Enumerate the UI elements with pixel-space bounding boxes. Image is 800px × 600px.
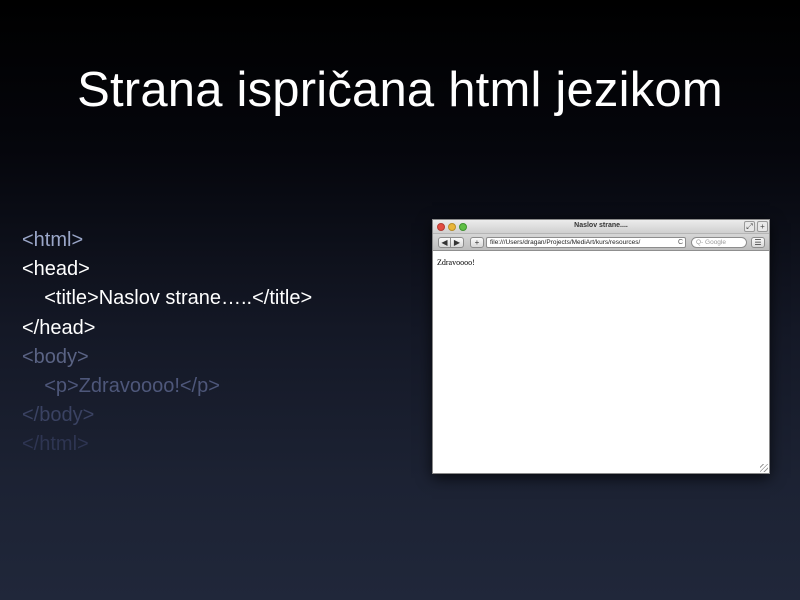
browser-titlebar: Naslov strane.... ⤢ + [433, 220, 769, 234]
slide-title: Strana ispričana html jezikom [77, 63, 723, 117]
browser-window: Naslov strane.... ⤢ + ◀ ▶ + file:///User… [432, 219, 770, 474]
code-line: <head> [22, 258, 90, 281]
back-button[interactable]: ◀ [438, 237, 451, 248]
address-bar[interactable]: file:///Users/dragan/Projects/MediArt/ku… [486, 237, 686, 248]
code-line: <p>Zdravoooo!</p> [22, 375, 220, 398]
html-code-block: <html> <head> <title>Naslov strane…..</t… [22, 226, 312, 460]
code-line: <title>Naslov strane…..</title> [22, 287, 313, 310]
code-line: <html> [22, 229, 84, 251]
search-field[interactable]: Q- Google [691, 237, 747, 248]
menu-icon[interactable]: ☰ [751, 237, 765, 248]
new-tab-button[interactable]: + [757, 221, 768, 232]
forward-button[interactable]: ▶ [451, 237, 464, 248]
code-line: </html> [22, 433, 89, 456]
page-paragraph: Zdravoooo! [437, 258, 475, 267]
browser-toolbar: ◀ ▶ + file:///Users/dragan/Projects/Medi… [433, 234, 769, 251]
code-line: </body> [22, 404, 95, 427]
add-bookmark-button[interactable]: + [470, 237, 484, 248]
resize-grip-icon[interactable] [760, 464, 768, 472]
code-line: </head> [22, 316, 96, 339]
code-line: <body> [22, 345, 89, 368]
reload-icon[interactable]: C [678, 238, 683, 247]
window-title: Naslov strane.... [574, 222, 628, 229]
address-text: file:///Users/dragan/Projects/MediArt/ku… [490, 239, 641, 246]
page-content: Zdravoooo! [433, 251, 769, 274]
resize-icon[interactable]: ⤢ [744, 221, 755, 232]
